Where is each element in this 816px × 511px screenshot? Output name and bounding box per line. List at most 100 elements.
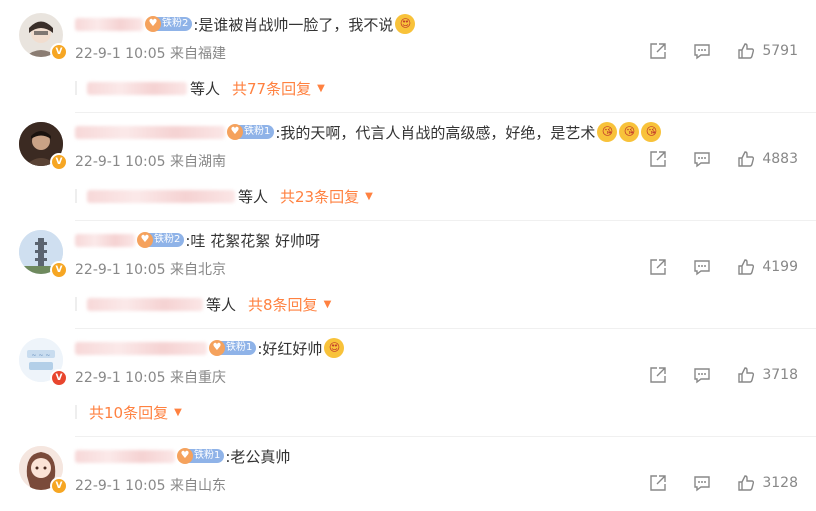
username-blurred[interactable]: [75, 341, 207, 355]
comment-content: ♥ 铁粉1 :我的天啊，代言人肖战的高级感，好绝，是艺术 😘 😘 😘: [75, 120, 662, 144]
comment-time: 22-9-1 10:05: [75, 478, 166, 494]
share-icon[interactable]: [649, 42, 667, 60]
kiss-emoji-icon: 😘: [619, 122, 640, 142]
share-icon[interactable]: [649, 258, 667, 276]
reply-summary[interactable]: 等人 共77条回复 ▼: [75, 75, 325, 101]
comment-location: 来自山东: [169, 478, 226, 494]
comment-time: 22-9-1 10:05: [75, 46, 166, 62]
comment-icon[interactable]: [693, 42, 711, 60]
comment-text: :我的天啊，代言人肖战的高级感，好绝，是艺术: [275, 123, 596, 142]
reply-user-blurred: [87, 81, 187, 95]
reply-divider: [75, 189, 77, 203]
comment-location: 来自湖南: [169, 154, 226, 170]
like-icon[interactable]: [737, 474, 755, 492]
comment-location: 来自北京: [169, 262, 226, 278]
like-icon[interactable]: [737, 366, 755, 384]
like-count: 3128: [762, 475, 798, 491]
comment-icon[interactable]: [693, 366, 711, 384]
divider: [75, 436, 816, 437]
like-count: 3718: [762, 367, 798, 383]
comment-item: V ♥ 铁粉1 :我的天啊，代言人肖战的高级感，好绝，是艺术 😘 😘 😘 22-…: [0, 118, 816, 218]
share-icon[interactable]: [649, 474, 667, 492]
username-blurred[interactable]: [75, 449, 175, 463]
comment-location: 来自福建: [169, 46, 226, 62]
reply-total-link[interactable]: 共77条回复: [232, 78, 311, 99]
share-icon[interactable]: [649, 366, 667, 384]
reply-total-link[interactable]: 共8条回复: [248, 294, 318, 315]
fan-heart-icon: ♥: [209, 340, 225, 356]
reply-summary[interactable]: 等人 共23条回复 ▼: [75, 183, 373, 209]
username-blurred[interactable]: [75, 17, 143, 31]
comment-time: 22-9-1 10:05: [75, 370, 166, 386]
fan-badge: ♥ 铁粉1: [227, 124, 275, 140]
verified-badge-icon: V: [50, 477, 68, 495]
fan-heart-icon: ♥: [177, 448, 193, 464]
fan-badge-label: 铁粉1: [188, 449, 225, 463]
username-blurred[interactable]: [75, 125, 225, 139]
like-count: 4883: [762, 151, 798, 167]
comment-icon[interactable]: [693, 258, 711, 276]
comment-content: ♥ 铁粉1 :好红好帅 😍: [75, 336, 345, 360]
comment-location: 来自重庆: [169, 370, 226, 386]
comment-content: ♥ 铁粉1 :老公真帅: [75, 444, 290, 468]
chevron-down-icon[interactable]: ▼: [324, 299, 332, 310]
reply-summary[interactable]: 等人 共8条回复 ▼: [75, 291, 331, 317]
reply-deng-text: 等人: [238, 187, 269, 206]
chevron-down-icon[interactable]: ▼: [317, 83, 325, 94]
like-icon[interactable]: [737, 150, 755, 168]
svg-text:~ ~ ~: ~ ~ ~: [32, 352, 51, 359]
verified-badge-icon: V: [50, 43, 68, 61]
like-icon[interactable]: [737, 258, 755, 276]
like-count: 5791: [762, 43, 798, 59]
reply-deng-text: 等人: [206, 295, 237, 314]
comment-actions: 3718: [623, 366, 798, 384]
reply-total-link[interactable]: 共10条回复: [89, 402, 168, 423]
fan-heart-icon: ♥: [145, 16, 161, 32]
verified-badge-icon: V: [50, 261, 68, 279]
verified-badge-icon: V: [50, 153, 68, 171]
share-icon[interactable]: [649, 150, 667, 168]
username-blurred[interactable]: [75, 233, 135, 247]
fan-badge-label: 铁粉2: [148, 233, 185, 247]
love-emoji-icon: 😍: [395, 14, 416, 34]
like-count: 4199: [762, 259, 798, 275]
kiss-emoji-icon: 😘: [597, 122, 618, 142]
comment-meta: 22-9-1 10:05 来自重庆: [75, 367, 226, 387]
comment-meta: 22-9-1 10:05 来自北京: [75, 259, 226, 279]
fan-badge: ♥ 铁粉1: [209, 340, 257, 356]
fan-badge: ♥ 铁粉2: [145, 16, 193, 32]
reply-deng-text: 等人: [190, 79, 221, 98]
comment-actions: 5791: [623, 42, 798, 60]
divider: [75, 220, 816, 221]
chevron-down-icon[interactable]: ▼: [365, 191, 373, 202]
comment-meta: 22-9-1 10:05 来自湖南: [75, 151, 226, 171]
reply-user-blurred: [87, 297, 203, 311]
chevron-down-icon[interactable]: ▼: [174, 407, 182, 418]
kiss-emoji-icon: 😘: [641, 122, 662, 142]
comment-text: :是谁被肖战帅一脸了，我不说: [193, 15, 394, 34]
comment-text: :老公真帅: [225, 447, 291, 466]
comment-text: :好红好帅: [257, 339, 323, 358]
reply-summary[interactable]: 共10条回复 ▼: [75, 399, 182, 425]
reply-divider: [75, 81, 77, 95]
comment-time: 22-9-1 10:05: [75, 262, 166, 278]
divider: [75, 328, 816, 329]
divider: [75, 112, 816, 113]
comment-icon[interactable]: [693, 474, 711, 492]
reply-divider: [75, 297, 77, 311]
comment-item: V ♥ 铁粉2 :哇 花絮花絮 好帅呀 22-9-1 10:05 来自北京 41…: [0, 226, 816, 326]
reply-divider: [75, 405, 77, 419]
comment-actions: 3128: [623, 474, 798, 492]
comment-content: ♥ 铁粉2 :哇 花絮花絮 好帅呀: [75, 228, 320, 252]
verified-badge-icon: V: [50, 369, 68, 387]
like-icon[interactable]: [737, 42, 755, 60]
love-emoji-icon: 😍: [324, 338, 345, 358]
fan-badge-label: 铁粉1: [238, 125, 275, 139]
reply-total-link[interactable]: 共23条回复: [280, 186, 359, 207]
fan-badge: ♥ 铁粉2: [137, 232, 185, 248]
comment-icon[interactable]: [693, 150, 711, 168]
comment-item: ~ ~ ~ V ♥ 铁粉1 :好红好帅 😍 22-9-1 10:05 来自重庆 …: [0, 334, 816, 434]
reply-user-blurred: [87, 189, 235, 203]
comment-actions: 4883: [623, 150, 798, 168]
fan-heart-icon: ♥: [137, 232, 153, 248]
